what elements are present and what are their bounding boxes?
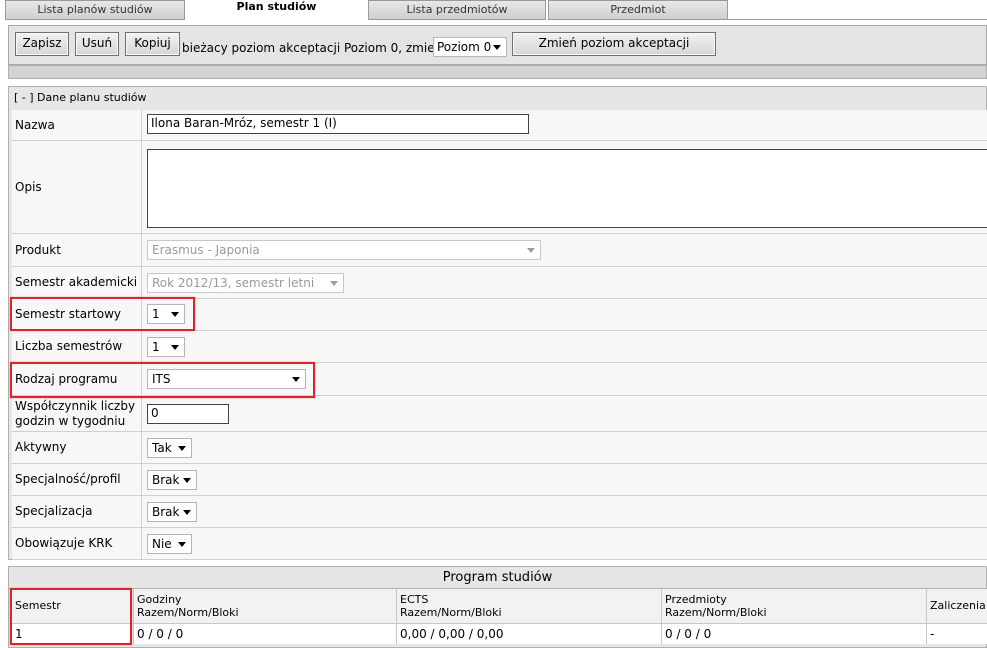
table-cell: 0,00 / 0,00 / 0,00 [397,623,662,644]
name-label: Nazwa [12,110,142,140]
tab-subjects-list[interactable]: Lista przedmiotów [368,0,546,20]
row-name: Nazwa Ilona Baran-Mróz, semestr 1 (I) [12,110,987,141]
chevron-down-icon [178,542,186,547]
tab-study-plans-list[interactable]: Lista planów studiów [5,0,185,20]
chevron-down-icon [493,45,501,50]
column-header-credits[interactable]: Zaliczenia [927,589,987,623]
description-textarea[interactable] [147,149,987,228]
tab-subject[interactable]: Przedmiot [548,0,728,20]
row-semester-count: Liczba semestrów 1 [12,331,987,363]
acceptance-level-text: bieżacy poziom akceptacji Poziom 0, zmie… [182,41,461,55]
semester-count-label: Liczba semestrów [12,331,142,362]
highlight-program-type [10,362,315,398]
panel-header-toggle[interactable]: [ - ] Dane planu studiów [14,91,147,104]
row-description: Opis [12,141,987,234]
table-cell: 0 / 0 / 0 [134,623,397,644]
row-product: Produkt Erasmus - Japonia [12,234,987,267]
program-section: Program studiów Semestr Godziny Razem/No… [8,566,987,648]
delete-button[interactable]: Usuń [75,32,119,56]
product-select[interactable]: Erasmus - Japonia [147,240,541,260]
row-academic-semester: Semestr akademicki Rok 2012/13, semestr … [12,267,987,299]
specialization-label: Specjalizacja [12,496,142,527]
tab-divider [727,19,987,20]
krk-select[interactable]: Nie [147,534,192,554]
krk-label: Obowiązuje KRK [12,528,142,559]
column-header-ects[interactable]: ECTS Razem/Norm/Bloki [397,589,662,623]
change-acceptance-button[interactable]: Zmień poziom akceptacji [512,32,716,56]
active-label: Aktywny [12,432,142,463]
tab-bar: Lista planów studiów Plan studiów Lista … [0,0,987,21]
hours-coefficient-label: Współczynnik liczby godzin w tygodniu [12,396,142,431]
specialty-label: Specjalność/profil [12,464,142,495]
column-header-subjects[interactable]: Przedmioty Razem/Norm/Bloki [662,589,927,623]
academic-semester-label: Semestr akademicki [12,267,142,298]
chevron-down-icon [527,248,535,253]
chevron-down-icon [183,478,191,483]
specialization-select[interactable]: Brak [147,502,197,522]
product-label: Produkt [12,234,142,266]
separator-strip [8,65,987,79]
save-button[interactable]: Zapisz [15,32,69,56]
semester-count-select[interactable]: 1 [147,337,185,357]
hours-coefficient-input[interactable]: 0 [147,404,229,424]
table-cell: 0 / 0 / 0 [662,623,927,644]
toolbar: Zapisz Usuń Kopiuj bieżacy poziom akcept… [8,25,987,65]
highlight-start-semester [10,297,195,331]
column-header-hours[interactable]: Godziny Razem/Norm/Bloki [134,589,397,623]
copy-button[interactable]: Kopiuj [125,32,180,56]
chevron-down-icon [183,510,191,515]
row-specialization: Specjalizacja Brak [12,496,987,528]
row-krk: Obowiązuje KRK Nie [12,528,987,560]
name-input[interactable]: Ilona Baran-Mróz, semestr 1 (I) [147,114,529,134]
table-cell: - [927,623,987,644]
academic-semester-select[interactable]: Rok 2012/13, semestr letni [147,273,344,293]
specialty-select[interactable]: Brak [147,470,197,490]
chevron-down-icon [330,281,338,286]
chevron-down-icon [171,345,179,350]
acceptance-level-select[interactable]: Poziom 0 [433,37,507,57]
description-label: Opis [12,141,142,233]
tab-study-plan[interactable]: Plan studiów [185,0,368,20]
highlight-semester-column [10,588,132,645]
program-title: Program studiów [9,567,986,589]
chevron-down-icon [178,446,186,451]
row-specialty: Specjalność/profil Brak [12,464,987,496]
active-select[interactable]: Tak [147,438,192,458]
row-hours-coefficient: Współczynnik liczby godzin w tygodniu 0 [12,396,987,432]
row-active: Aktywny Tak [12,432,987,464]
